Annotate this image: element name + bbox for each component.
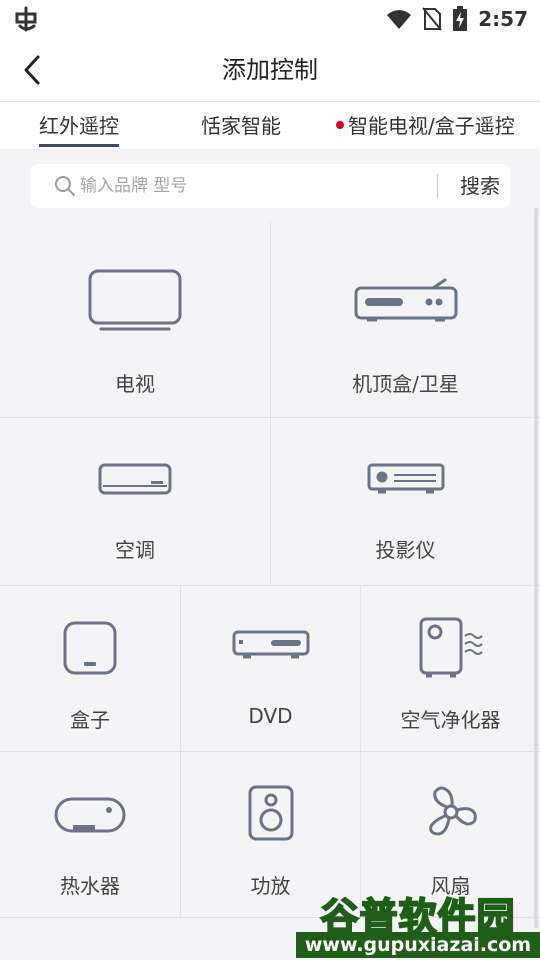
- status-time: 2:57: [478, 7, 528, 31]
- device-label: 空气净化器: [400, 708, 501, 732]
- watermark-logo: 谷普软件园 www.gupuxiazai.com: [296, 886, 540, 960]
- search-input[interactable]: [80, 164, 450, 208]
- tab-smart-tv-box[interactable]: 智能电视/盒子遥控: [336, 102, 515, 150]
- device-label: 投影仪: [375, 538, 436, 562]
- amplifier-icon: [248, 785, 293, 841]
- water-heater-icon: [54, 797, 126, 833]
- device-label: 电视: [115, 372, 155, 396]
- device-tile-water-heater[interactable]: 热水器: [0, 752, 181, 918]
- search-button[interactable]: 搜索: [450, 164, 510, 208]
- watermark-title: 谷普软件园: [319, 894, 516, 940]
- search-bar: 搜索: [30, 164, 510, 208]
- device-tile-box[interactable]: 盒子: [0, 586, 181, 752]
- fan-icon: [428, 786, 477, 836]
- app-bar: 添加控制: [0, 38, 540, 102]
- device-tile-projector[interactable]: 投影仪: [271, 418, 540, 586]
- battery-charging-icon: [453, 6, 468, 31]
- device-tile-air-conditioner[interactable]: 空调: [0, 418, 271, 586]
- device-label: 盒子: [70, 708, 110, 732]
- device-label: 热水器: [60, 874, 120, 898]
- device-label: 机顶盒/卫星: [352, 372, 459, 396]
- status-bar: 2:57: [0, 0, 540, 38]
- search-icon: [55, 176, 75, 196]
- new-badge-dot: [336, 120, 344, 129]
- device-tile-dvd[interactable]: DVD: [181, 586, 361, 752]
- app-notification-icon: [12, 6, 40, 32]
- tab-smart-tv-box-label: 智能电视/盒子遥控: [348, 114, 515, 138]
- watermark-url: www.gupuxiazai.com: [296, 932, 540, 958]
- tv-icon: [88, 269, 182, 331]
- tab-ir-remote[interactable]: 红外遥控: [39, 102, 119, 150]
- back-arrow-icon: [24, 55, 40, 85]
- back-button[interactable]: [14, 52, 50, 88]
- device-tile-air-purifier[interactable]: 空气净化器: [361, 586, 540, 752]
- search-divider: [437, 174, 438, 198]
- device-tile-tv[interactable]: 电视: [0, 222, 271, 418]
- air-conditioner-icon: [98, 463, 172, 495]
- category-tabs: 红外遥控 恬家智能 智能电视/盒子遥控: [0, 102, 540, 150]
- no-sim-icon: [422, 7, 443, 31]
- device-label: 空调: [115, 538, 155, 562]
- page-title: 添加控制: [222, 56, 318, 84]
- status-icons: 2:57: [386, 6, 528, 32]
- projector-icon: [367, 463, 444, 494]
- scrollbar[interactable]: [534, 208, 538, 928]
- air-purifier-icon: [419, 617, 483, 678]
- device-label: DVD: [248, 704, 293, 728]
- dvd-icon: [232, 630, 309, 659]
- tab-smart-home[interactable]: 恬家智能: [201, 102, 281, 150]
- wifi-icon: [387, 10, 412, 29]
- device-tile-set-top-box[interactable]: 机顶盒/卫星: [271, 222, 540, 418]
- box-icon: [63, 621, 117, 675]
- set-top-box-icon: [354, 278, 457, 322]
